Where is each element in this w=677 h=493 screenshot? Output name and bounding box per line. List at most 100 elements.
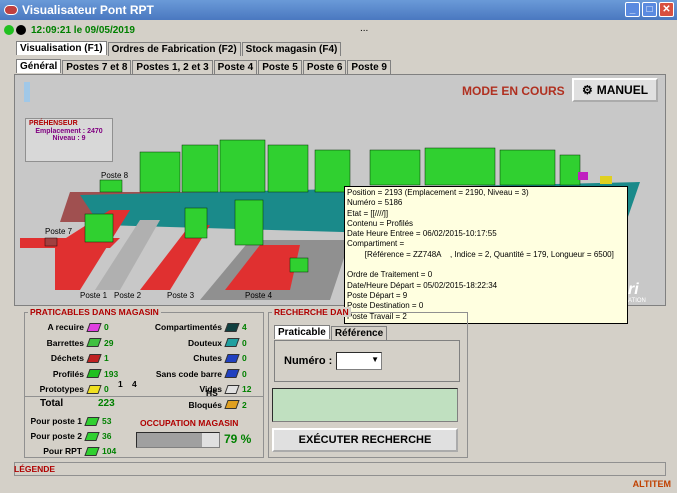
praticable-icon [224, 384, 240, 394]
rack-stack [499, 149, 556, 186]
praticable-value: 4 [242, 322, 247, 332]
praticable-row: Bloqués 2 [140, 399, 247, 410]
poste-value: 36 [102, 431, 112, 441]
praticable-value: 29 [104, 337, 114, 348]
poste-icon [84, 431, 100, 441]
tooltip-line: Etat = [[////]] [347, 208, 389, 218]
praticable-row: Vides 12 [140, 384, 251, 394]
praticable-value: 0 [242, 337, 247, 348]
manuel-label: MANUEL [596, 83, 649, 97]
praticable-label: A recuire [47, 322, 84, 332]
occupation-title: OCCUPATION MAGASIN [140, 418, 239, 428]
rack-stack [84, 213, 114, 243]
preneur-niveau: Niveau : 9 [52, 135, 86, 142]
rack-stack [289, 257, 309, 273]
occupation-bar [136, 432, 220, 448]
executer-recherche-button[interactable]: EXÉCUTER RECHERCHE [272, 428, 458, 452]
recherche-title: RECHERCHE DAN [272, 307, 351, 317]
praticable-row: Chutes 0 [140, 353, 247, 363]
rack-stack [234, 199, 264, 246]
praticable-icon [86, 369, 102, 378]
praticables-title: PRATICABLES DANS MAGASIN [28, 307, 161, 317]
rack-stack [44, 237, 58, 247]
tooltip-line: [Référence = ZZ748A , Indice = 2, Quanti… [347, 249, 614, 259]
praticable-icon [224, 338, 240, 347]
poste-row: Pour poste 2 36 [26, 431, 112, 441]
tooltip-line: Contenu = Profilés [347, 218, 414, 228]
brand-sub-text: ATION [628, 298, 646, 304]
praticable-row: Compartimentés 4 [140, 322, 247, 332]
praticable-label: Prototypes [39, 384, 84, 394]
recherche-tabs: Praticable Référence [274, 325, 388, 340]
rack-stack [184, 207, 208, 239]
praticable-label: Profilés [52, 368, 84, 379]
level-indicator [24, 82, 30, 102]
tooltip-line: Compartiment = [347, 239, 405, 249]
praticable-label: Barrettes [46, 337, 84, 348]
praticable-label: Bloqués [188, 399, 222, 410]
rack-stack [424, 147, 496, 186]
preneur-title: PRÉHENSEUR [29, 120, 78, 127]
preneur-box: PRÉHENSEUR Emplacement : 2470 Niveau : 9 [25, 118, 113, 162]
tooltip-line: Date Heure Entree = 06/02/2015-10:17:55 [347, 229, 497, 239]
label-poste2: Poste 2 [114, 291, 142, 300]
rack-stack [369, 149, 421, 186]
praticable-row: A recuire 0 [30, 322, 109, 332]
gear-icon: ⚙ [581, 83, 593, 97]
praticable-value: 0 [242, 353, 247, 363]
numero-select[interactable]: ▼ [336, 352, 382, 370]
praticable-label: Chutes [193, 353, 222, 363]
praticable-value: 1 [104, 353, 109, 363]
poste-label: Pour poste 1 [30, 416, 82, 426]
poste-label: Pour poste 2 [30, 431, 82, 441]
legend-label: LÉGENDE [14, 464, 56, 474]
praticable-icon [86, 338, 102, 347]
poste-row: Pour poste 1 53 [26, 416, 112, 426]
divider [24, 396, 264, 397]
tooltip-line [347, 260, 625, 270]
praticable-value: 0 [242, 368, 247, 379]
brand-text: ri [628, 281, 639, 298]
praticable-icon [224, 400, 240, 409]
praticable-icon [86, 353, 102, 363]
rack-stack [181, 144, 219, 193]
rack-stack [99, 179, 123, 193]
praticable-row: Prototypes 0 [30, 384, 109, 394]
praticable-label: Compartimentés [154, 322, 222, 332]
tooltip-line: Position = 2193 (Emplacement = 2190, Niv… [347, 188, 529, 197]
praticable-row: Sans code barre 0 [140, 369, 247, 379]
praticable-icon [224, 322, 240, 332]
praticable-value: 193 [104, 368, 119, 379]
tooltip-line: Date/Heure Départ = 05/02/2015-18:22:34 [347, 280, 498, 290]
position-tooltip: Position = 2193 (Emplacement = 2190, Niv… [344, 186, 628, 324]
praticable-value: 0 [104, 322, 109, 332]
label-poste8: Poste 8 [101, 171, 129, 180]
tooltip-line: Poste Départ = 9 [347, 290, 408, 300]
tab-reference[interactable]: Référence [330, 326, 388, 340]
praticable-label: Sans code barre [155, 368, 222, 379]
poste-label: Pour RPT [43, 446, 82, 456]
label-poste3: Poste 3 [167, 291, 195, 300]
label-4: 4 [132, 379, 137, 389]
result-box [272, 388, 458, 422]
praticable-row: Déchets 1 [30, 353, 109, 363]
praticable-value: 12 [242, 384, 252, 394]
praticable-icon [86, 322, 102, 332]
tab-praticable[interactable]: Praticable [274, 325, 330, 339]
tooltip-line: Poste Destination = 0 [347, 301, 424, 311]
tooltip-line: Ordre de Traitement = 0 [347, 270, 433, 280]
praticable-value: 0 [104, 384, 109, 394]
poste-row: Pour RPT 104 [26, 446, 116, 456]
rack-stack [267, 144, 309, 193]
total-label: Total [40, 398, 64, 409]
praticable-icon [224, 369, 240, 378]
praticable-value: 2 [242, 399, 247, 410]
occupation-value: 79 % [224, 432, 252, 446]
praticable-label: Déchets [50, 353, 84, 363]
rack-stack [600, 176, 612, 184]
rack-stack [578, 172, 588, 180]
manuel-button[interactable]: ⚙ MANUEL [572, 78, 658, 102]
rack-stack [139, 151, 181, 193]
poste-icon [84, 416, 100, 426]
label-poste4: Poste 4 [245, 291, 273, 300]
